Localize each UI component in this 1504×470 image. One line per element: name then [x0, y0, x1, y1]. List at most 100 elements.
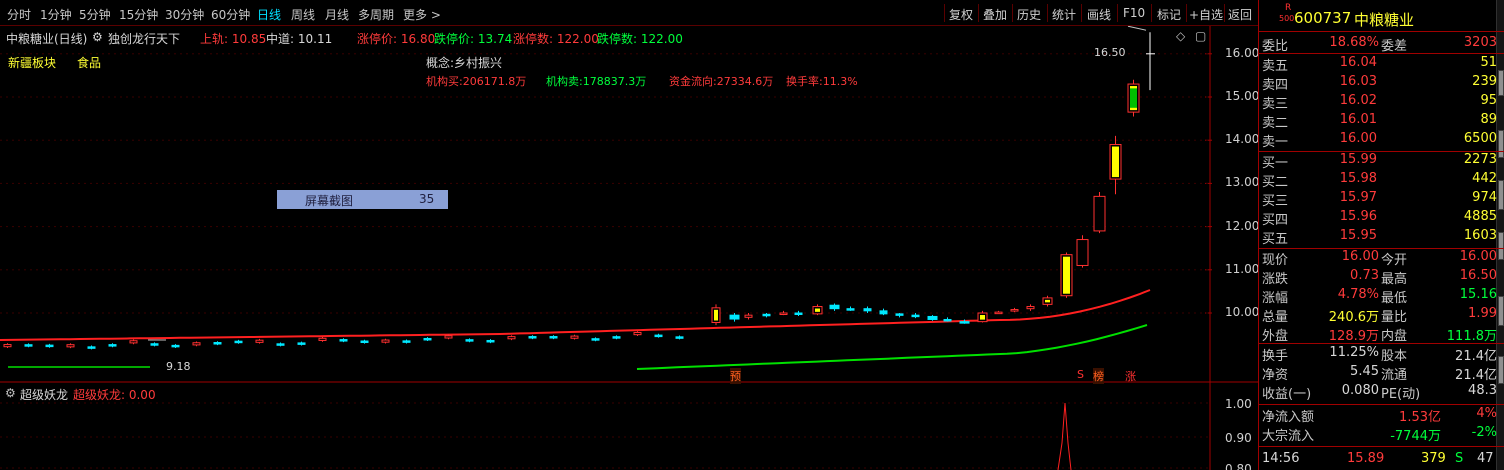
- add-watchlist-button[interactable]: +自选: [1189, 6, 1223, 23]
- kline-chart[interactable]: [0, 26, 1258, 383]
- stat-label: 最低: [1381, 291, 1408, 306]
- candle-body: [549, 336, 558, 339]
- toolbar-divider: [1012, 4, 1013, 22]
- candle-body: [829, 304, 840, 310]
- candle-body: [108, 344, 117, 347]
- candle-body: [129, 340, 138, 344]
- period-tab-5min[interactable]: 5分钟: [79, 6, 111, 23]
- candle-body: [729, 314, 740, 320]
- candle-highlight: [1045, 299, 1050, 303]
- overlay-button[interactable]: 叠加: [983, 6, 1007, 23]
- candle-body: [276, 343, 285, 346]
- candle-body: [150, 343, 159, 346]
- period-tab-more[interactable]: 更多 >: [403, 6, 441, 23]
- back-button[interactable]: 返回: [1228, 6, 1252, 23]
- period-tab-multi[interactable]: 多周期: [358, 6, 394, 23]
- candle-highlight: [1112, 146, 1119, 178]
- bang-marker[interactable]: 榜: [1093, 368, 1104, 384]
- fund-value: 21.4亿: [1455, 368, 1497, 383]
- period-tab-15min[interactable]: 15分钟: [119, 6, 158, 23]
- candle-body: [927, 315, 938, 320]
- period-tab-30min[interactable]: 30分钟: [165, 6, 204, 23]
- stat-value: 1.99: [1468, 306, 1497, 321]
- scroll-thumb[interactable]: [1498, 130, 1504, 158]
- scrollbar[interactable]: [1496, 0, 1504, 470]
- stat-value: 16.50: [1459, 268, 1497, 283]
- scroll-thumb[interactable]: [1498, 356, 1504, 384]
- bid-label: 买四: [1262, 213, 1289, 228]
- candle-body: [994, 311, 1003, 315]
- candle-body: [654, 334, 663, 338]
- zhang-marker[interactable]: 涨: [1125, 368, 1136, 384]
- candle-highlight: [980, 315, 985, 320]
- price-axis-label: 15.00: [1225, 89, 1260, 103]
- stat-label: 内盘: [1381, 329, 1408, 344]
- ask-price: 16.04: [1339, 55, 1377, 70]
- candle-body: [465, 339, 474, 342]
- flow-value: -7744万: [1390, 429, 1441, 444]
- s-marker[interactable]: S: [1077, 368, 1084, 381]
- yu-marker[interactable]: 预: [730, 368, 741, 384]
- bid-price: 15.96: [1339, 209, 1377, 224]
- period-tab-fenshi[interactable]: 分时: [7, 6, 31, 23]
- bid-label: 买二: [1262, 175, 1289, 190]
- r-badge: R: [1285, 3, 1292, 13]
- bid-volume: 2273: [1463, 152, 1497, 167]
- candle-body: [360, 340, 369, 344]
- tick-count: 47: [1477, 451, 1494, 466]
- weibi-label: 委比: [1262, 39, 1289, 54]
- candle-body: [911, 314, 920, 318]
- ask-label: 卖五: [1262, 59, 1289, 74]
- history-button[interactable]: 历史: [1017, 6, 1041, 23]
- scroll-thumb[interactable]: [1498, 232, 1504, 260]
- candle-body: [381, 339, 390, 343]
- period-tab-monthly[interactable]: 月线: [325, 6, 349, 23]
- candle-body: [1026, 306, 1035, 310]
- stat-value: 16.00: [1341, 249, 1379, 264]
- candle-body: [570, 335, 579, 339]
- candle-highlight: [1063, 256, 1070, 294]
- period-tab-weekly[interactable]: 周线: [291, 6, 315, 23]
- indicator-chart[interactable]: [0, 383, 1258, 470]
- f10-button[interactable]: F10: [1123, 6, 1145, 20]
- candle-body: [794, 312, 803, 315]
- scroll-thumb[interactable]: [1498, 70, 1504, 96]
- candle-body: [762, 313, 771, 317]
- price-axis-label: 12.00: [1225, 218, 1260, 233]
- candle-body: [255, 339, 264, 343]
- screenshot-marker[interactable]: 屏幕截图 35: [277, 190, 448, 209]
- fund-label: 净资: [1262, 368, 1289, 383]
- flow-label: 大宗流入: [1262, 429, 1315, 444]
- ask-price: 16.00: [1339, 131, 1377, 146]
- ask-label: 卖三: [1262, 97, 1289, 112]
- period-tab-1min[interactable]: 1分钟: [40, 6, 72, 23]
- ask-volume: 6500: [1463, 131, 1497, 146]
- statistics-button[interactable]: 统计: [1052, 6, 1076, 23]
- candle-body: [66, 344, 75, 348]
- ask-price: 16.02: [1339, 93, 1377, 108]
- price-axis-label: 16.00: [1225, 45, 1260, 60]
- tick-volume: 379: [1421, 451, 1446, 466]
- candle-body: [444, 335, 453, 339]
- bid-volume: 1603: [1463, 228, 1497, 243]
- marker-label: 屏幕截图: [305, 194, 354, 208]
- ask-label: 卖一: [1262, 135, 1289, 150]
- stat-label: 涨跌: [1262, 272, 1289, 287]
- draw-line-button[interactable]: 画线: [1087, 6, 1111, 23]
- period-tab-daily[interactable]: 日线: [257, 6, 281, 23]
- toolbar-divider: [1186, 4, 1187, 22]
- ask-price: 16.01: [1339, 112, 1377, 127]
- tick-time: 14:56: [1262, 451, 1300, 466]
- bid-volume: 974: [1472, 190, 1497, 205]
- scroll-thumb[interactable]: [1498, 180, 1504, 210]
- stat-value: 128.9万: [1328, 329, 1379, 344]
- flow-value: 1.53亿: [1399, 410, 1441, 425]
- bid-price: 15.95: [1339, 228, 1377, 243]
- scroll-thumb[interactable]: [1498, 296, 1504, 326]
- mark-button[interactable]: 标记: [1157, 6, 1181, 23]
- fuquan-button[interactable]: 复权: [949, 6, 973, 23]
- toolbar-divider: [1151, 4, 1152, 22]
- toolbar-divider: [1047, 4, 1048, 22]
- period-tab-60min[interactable]: 60分钟: [211, 6, 250, 23]
- bid-label: 买一: [1262, 156, 1289, 171]
